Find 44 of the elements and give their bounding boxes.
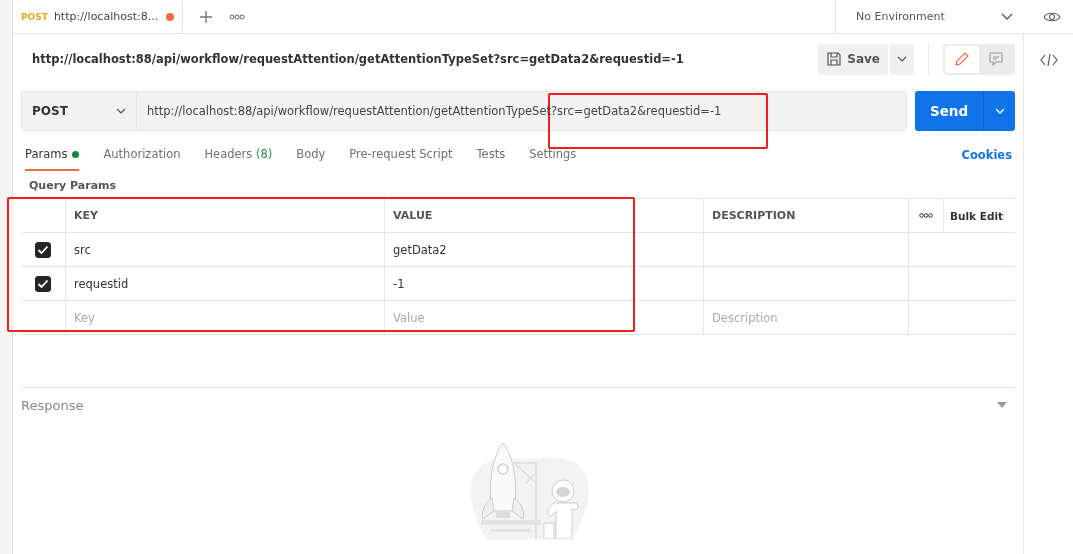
save-button[interactable]: Save bbox=[818, 43, 888, 75]
tab[interactable]: Pre-request Script bbox=[349, 139, 453, 171]
column-header: DESCRIPTION bbox=[704, 199, 909, 232]
pencil-icon bbox=[954, 51, 970, 67]
more-icon[interactable] bbox=[919, 213, 933, 218]
checkbox[interactable] bbox=[35, 275, 51, 292]
environment-dropdown[interactable]: No Environment bbox=[835, 0, 1025, 33]
chevron-down-icon bbox=[897, 56, 907, 62]
tab[interactable]: Authorization bbox=[103, 139, 181, 171]
request-title: http://localhost:88/api/workflow/requestAttention/getAttentionTypeSet?src=getData2&requestid=-1 bbox=[32, 52, 684, 66]
plus-icon[interactable] bbox=[199, 9, 213, 24]
tab[interactable]: Body bbox=[296, 139, 326, 171]
column-header: KEY bbox=[66, 199, 385, 232]
chevron-down-icon bbox=[116, 108, 126, 114]
table-cell: getData2 bbox=[385, 233, 704, 266]
send-options-button[interactable] bbox=[983, 91, 1015, 131]
caret-down-icon[interactable] bbox=[997, 402, 1007, 408]
chevron-down-icon bbox=[1001, 12, 1013, 21]
column-header: VALUE bbox=[385, 199, 704, 232]
eye-icon[interactable] bbox=[1043, 10, 1061, 23]
tab[interactable]: Tests bbox=[476, 139, 506, 171]
comment-icon bbox=[988, 51, 1004, 67]
tab[interactable]: Settings bbox=[529, 139, 577, 171]
value-input[interactable]: Value bbox=[393, 310, 543, 325]
section-title: Query Params bbox=[28, 178, 118, 194]
checkbox[interactable] bbox=[35, 241, 51, 258]
table-cell: src bbox=[66, 233, 385, 266]
save-options-button[interactable] bbox=[890, 43, 914, 75]
send-button[interactable]: Send bbox=[915, 91, 983, 131]
chevron-down-icon bbox=[994, 108, 1005, 114]
code-icon[interactable] bbox=[1039, 53, 1058, 67]
description-input[interactable]: Description bbox=[712, 310, 862, 325]
response-title: Response bbox=[21, 397, 84, 413]
pencil-button[interactable] bbox=[945, 45, 979, 73]
bulk-edit-button[interactable]: Bulk Edit bbox=[944, 199, 1015, 232]
tab-method: POST bbox=[21, 11, 48, 22]
tab[interactable]: Params bbox=[25, 139, 80, 171]
tab[interactable]: Headers (8) bbox=[204, 139, 273, 171]
table-cell: requestid bbox=[66, 267, 385, 300]
method-dropdown[interactable]: POST bbox=[21, 91, 136, 131]
key-input[interactable]: Key bbox=[74, 310, 224, 325]
tab-title: http://localhost:8... bbox=[53, 10, 159, 23]
cookies-link[interactable]: Cookies bbox=[961, 148, 1015, 162]
table-cell: -1 bbox=[385, 267, 704, 300]
